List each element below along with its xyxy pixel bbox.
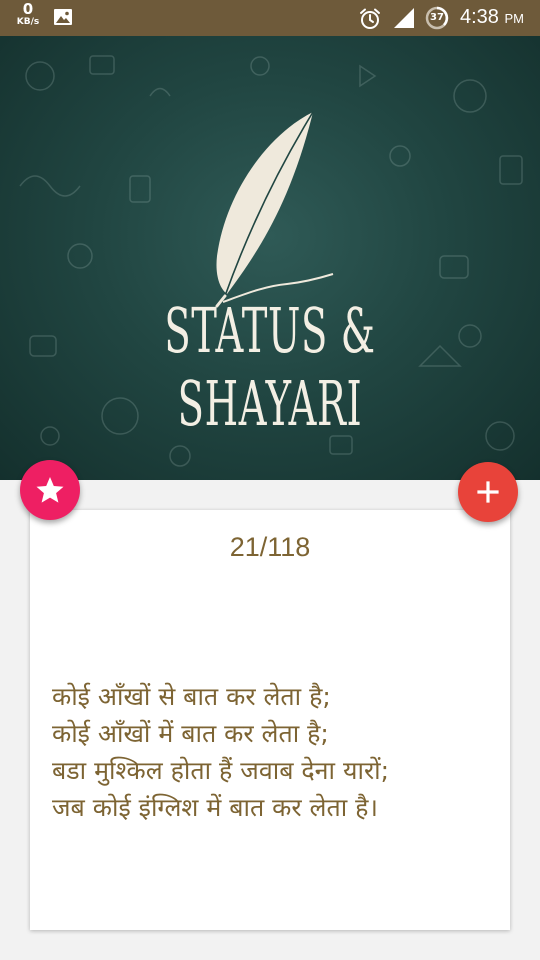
clock-ampm: PM [504, 11, 525, 26]
add-button[interactable] [458, 462, 518, 522]
shayari-text[interactable]: कोई आँखों से बात कर लेता है; कोई आँखों म… [52, 678, 502, 826]
shayari-card: 21/118 कोई आँखों से बात कर लेता है; कोई … [30, 510, 510, 930]
battery-icon: 37 [425, 6, 449, 30]
battery-level: 37 [430, 12, 444, 23]
app-logo-text: STATUS & SHAYARI [164, 294, 376, 440]
network-speed: 0 KB/s [12, 2, 44, 27]
signal-icon [394, 8, 414, 28]
page-counter: 21/118 [229, 532, 311, 562]
alarm-icon [360, 8, 380, 29]
shayari-line: जब कोई इंग्लिश में बात कर लेता है। [52, 793, 378, 822]
star-icon [36, 477, 64, 503]
feather-quill-logo [215, 111, 334, 308]
network-speed-value: 0 [22, 0, 34, 18]
network-speed-unit: KB/s [16, 17, 40, 27]
header-banner: STATUS & SHAYARI [0, 36, 540, 480]
shayari-line: कोई आँखों से बात कर लेता है; [52, 682, 331, 711]
status-bar: 0 KB/s 37 4:38 PM [0, 0, 540, 36]
plus-icon [477, 481, 499, 503]
clock-time: 4:38 [460, 6, 499, 28]
favorite-button[interactable] [20, 460, 80, 520]
shayari-line: कोई आँखों में बात कर लेता है; [52, 719, 329, 748]
clock: 4:38 PM [460, 6, 524, 29]
image-notification-icon [54, 9, 72, 25]
shayari-line: बडा मुश्किल होता हैं जवाब देना यारों; [52, 756, 390, 785]
